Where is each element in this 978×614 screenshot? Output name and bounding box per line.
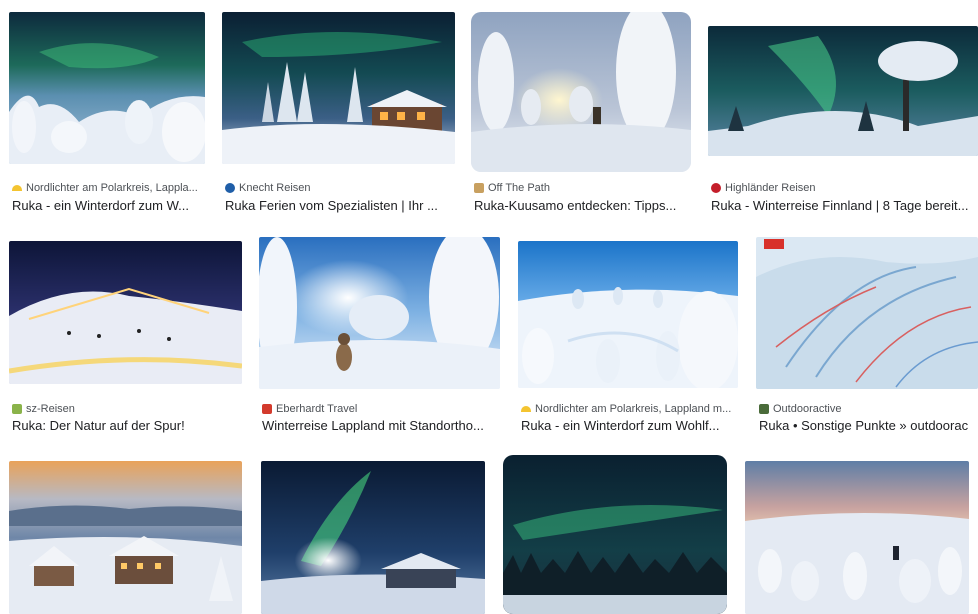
image-result-5[interactable]: sz-Reisen Ruka: Der Natur auf der Spur! [9,241,244,436]
ruka-lodge-night-image[interactable] [222,12,455,164]
result-source[interactable]: Nordlichter am Polarkreis, Lappland m... [521,403,736,415]
image-result-1[interactable]: Nordlichter am Polarkreis, Lappla... Ruk… [9,12,207,217]
result-source[interactable]: Off The Path [474,182,689,194]
compass-favicon-icon [474,183,484,193]
image-result-6[interactable]: Eberhardt Travel Winterreise Lappland mi… [259,237,502,436]
image-result-11[interactable] [503,455,727,614]
image-result-12[interactable] [745,461,971,614]
result-source[interactable]: Knecht Reisen [225,182,453,194]
image-result-7[interactable]: Nordlichter am Polarkreis, Lappland m...… [518,241,740,436]
image-result-10[interactable] [261,461,487,614]
image-result-8[interactable]: Outdooractive Ruka • Sonstige Punkte » o… [756,237,978,436]
result-source-text: Knecht Reisen [239,182,311,194]
image-result-3[interactable]: Off The Path Ruka-Kuusamo entdecken: Tip… [471,12,693,217]
sun-favicon-icon [521,406,531,412]
result-title[interactable]: Winterreise Lappland mit Standortho... [262,418,498,433]
image-result-9[interactable] [9,461,244,614]
husky-snow-forest-image[interactable] [259,237,500,389]
o-favicon-icon [759,404,769,414]
globe-favicon-icon [225,183,235,193]
result-title[interactable]: Ruka • Sonstige Punkte » outdoorac [759,418,978,433]
ruka-village-dusk-image[interactable] [9,461,242,614]
snowy-hill-trees-image[interactable] [518,241,738,388]
result-source-text: sz-Reisen [26,403,75,415]
result-source[interactable]: Highländer Reisen [711,182,977,194]
result-source-text: Outdooractive [773,403,842,415]
e-favicon-icon [262,404,272,414]
result-source-text: Highländer Reisen [725,182,816,194]
result-title[interactable]: Ruka - ein Winterdorf zum W... [12,198,204,213]
result-source[interactable]: Nordlichter am Polarkreis, Lappla... [12,182,204,194]
snow-trees-sunset-image[interactable] [471,12,691,172]
sun-favicon-icon [12,185,22,191]
circle-favicon-icon [711,183,721,193]
result-title[interactable]: Ruka - ein Winterdorf zum Wohlf... [521,418,736,433]
image-result-2[interactable]: Knecht Reisen Ruka Ferien vom Spezialist… [222,12,457,217]
result-source-text: Nordlichter am Polarkreis, Lappla... [26,182,198,194]
aurora-moon-cabin-image[interactable] [261,461,485,614]
aurora-forest-image[interactable] [503,455,727,614]
result-title[interactable]: Ruka-Kuusamo entdecken: Tipps... [474,198,689,213]
image-result-4[interactable]: Highländer Reisen Ruka - Winterreise Fin… [708,12,978,217]
result-source[interactable]: sz-Reisen [12,403,240,415]
result-source-text: Nordlichter am Polarkreis, Lappland m... [535,403,732,415]
image-favicon-icon [12,404,22,414]
aurora-snow-trees-image[interactable] [9,12,205,164]
result-source-text: Eberhardt Travel [276,403,358,415]
result-title[interactable]: Ruka - Winterreise Finnland | 8 Tage ber… [711,198,977,213]
result-source-text: Off The Path [488,182,550,194]
ski-slope-night-image[interactable] [9,241,242,384]
result-title[interactable]: Ruka: Der Natur auf der Spur! [12,418,240,433]
ski-resort-map-image[interactable] [756,237,978,389]
result-source[interactable]: Outdooractive [759,403,978,415]
aurora-pine-trees-image[interactable] [708,26,978,156]
snow-forest-dusk-image[interactable] [745,461,969,614]
result-source[interactable]: Eberhardt Travel [262,403,498,415]
result-title[interactable]: Ruka Ferien vom Spezialisten | Ihr ... [225,198,453,213]
